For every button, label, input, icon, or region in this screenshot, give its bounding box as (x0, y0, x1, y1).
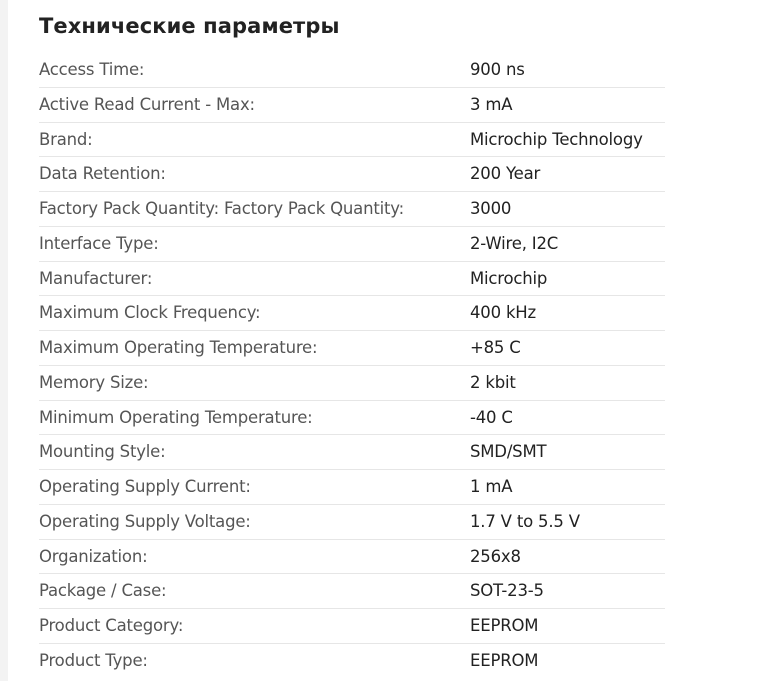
spec-label: Data Retention: (39, 164, 166, 184)
spec-row: Operating Supply Current: 1 mA (39, 470, 665, 505)
spec-label: Interface Type: (39, 233, 159, 253)
spec-row: Access Time: 900 ns (39, 53, 665, 88)
spec-value: EEPROM (470, 650, 539, 670)
spec-value: 3000 (470, 199, 512, 218)
spec-label: Brand: (39, 129, 93, 149)
spec-label: Minimum Operating Temperature: (39, 407, 313, 427)
spec-value: Microchip Technology (470, 129, 643, 149)
spec-value: SOT-23-5 (470, 581, 544, 601)
spec-row: Product Category: EEPROM (39, 609, 665, 644)
spec-value: 400 kHz (470, 303, 536, 323)
spec-value: -40 C (470, 407, 513, 427)
spec-label: Active Read Current - Max: (39, 94, 255, 114)
spec-value: +85 C (470, 338, 521, 357)
spec-row: Operating Supply Voltage: 1.7 V to 5.5 V (39, 505, 665, 540)
spec-row: Product Type: EEPROM (39, 644, 665, 679)
spec-label: Manufacturer: (39, 268, 153, 288)
spec-value: 2 kbit (470, 372, 516, 392)
spec-value: 200 Year (470, 164, 541, 184)
section-title: Технические параметры (39, 14, 340, 38)
spec-row: Organization: 256x8 (39, 540, 665, 575)
spec-value: 900 ns (470, 60, 525, 79)
spec-label: Access Time: (39, 60, 145, 79)
spec-label: Product Type: (39, 650, 148, 670)
spec-label: Package / Case: (39, 581, 167, 601)
spec-value: 1 mA (470, 477, 513, 496)
spec-row: Data Retention: 200 Year (39, 157, 665, 192)
spec-label: Maximum Operating Temperature: (39, 338, 318, 357)
spec-panel: Технические параметры Access Time: 900 n… (8, 0, 771, 681)
spec-label: Memory Size: (39, 372, 149, 392)
spec-label: Maximum Clock Frequency: (39, 303, 261, 323)
spec-row: Interface Type: 2-Wire, I2C (39, 227, 665, 262)
spec-label: Operating Supply Voltage: (39, 511, 251, 531)
spec-value: Microchip (470, 268, 548, 288)
spec-row: Mounting Style: SMD/SMT (39, 435, 665, 470)
spec-row: Manufacturer: Microchip (39, 262, 665, 297)
spec-table: Access Time: 900 ns Active Read Current … (39, 53, 665, 679)
spec-label: Product Category: (39, 616, 184, 635)
spec-label: Mounting Style: (39, 442, 166, 462)
spec-label: Factory Pack Quantity: Factory Pack Quan… (39, 199, 404, 218)
spec-row: Minimum Operating Temperature: -40 C (39, 401, 665, 436)
spec-value: 1.7 V to 5.5 V (470, 511, 580, 531)
spec-value: EEPROM (470, 616, 539, 635)
spec-row: Factory Pack Quantity: Factory Pack Quan… (39, 192, 665, 227)
spec-label: Organization: (39, 546, 148, 566)
spec-value: SMD/SMT (470, 442, 547, 462)
spec-row: Brand: Microchip Technology (39, 123, 665, 158)
spec-label: Operating Supply Current: (39, 477, 251, 496)
spec-row: Maximum Operating Temperature: +85 C (39, 331, 665, 366)
spec-row: Active Read Current - Max: 3 mA (39, 88, 665, 123)
spec-row: Memory Size: 2 kbit (39, 366, 665, 401)
spec-row: Maximum Clock Frequency: 400 kHz (39, 296, 665, 331)
spec-row: Package / Case: SOT-23-5 (39, 574, 665, 609)
spec-value: 3 mA (470, 94, 513, 114)
spec-value: 2-Wire, I2C (470, 233, 559, 253)
spec-value: 256x8 (470, 546, 521, 566)
page: Технические параметры Access Time: 900 n… (0, 0, 771, 681)
